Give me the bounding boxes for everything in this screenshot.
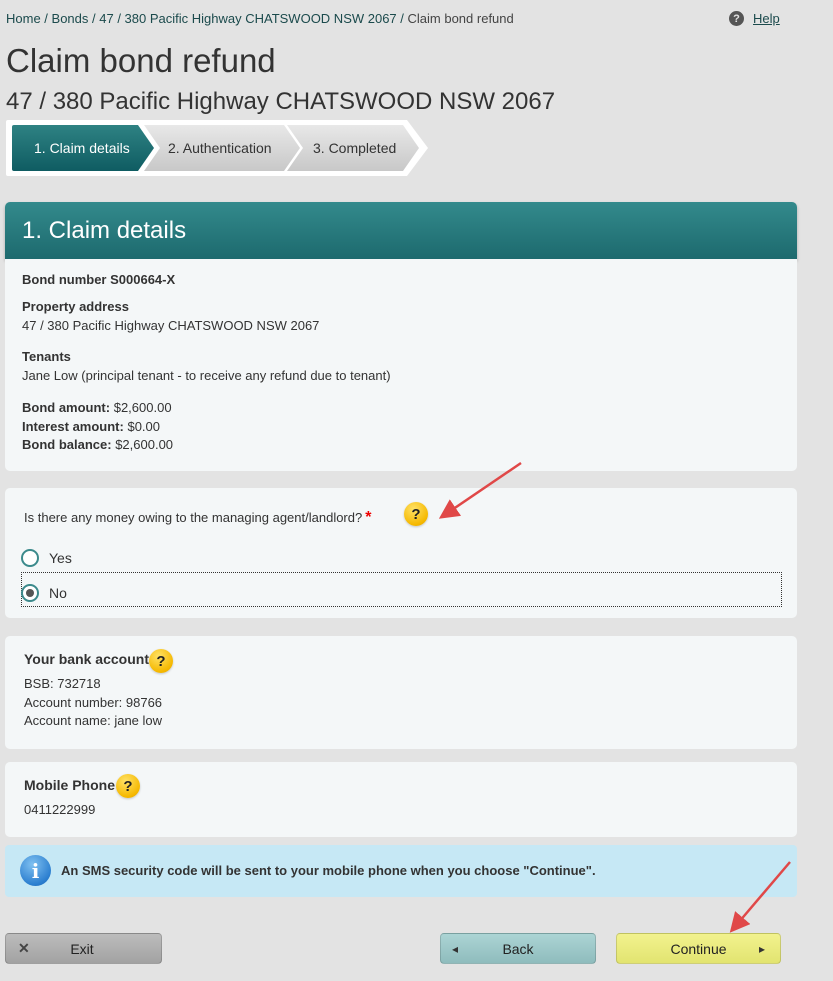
close-icon: ✕ [18,940,30,956]
interest-amount-label: Interest amount: [22,419,124,434]
back-button[interactable]: ◂ Back [440,933,596,964]
bank-account-card: Your bank account ? BSB: 732718 Account … [5,636,797,749]
bond-balance-value: $2,600.00 [115,437,174,452]
mobile-phone-number: 0411222999 [24,802,96,817]
step-2-label[interactable]: 2. Authentication [168,140,272,156]
wizard-steps: 1. Claim details 2. Authentication 3. Co… [5,118,430,180]
back-button-label: Back [502,940,534,957]
breadcrumb-home[interactable]: Home [6,11,41,26]
radio-option-yes[interactable]: Yes [21,549,72,567]
step-3-label[interactable]: 3. Completed [313,140,396,156]
bond-balance: Bond balance: $2,600.00 [22,437,173,452]
help-mobile-icon[interactable]: ? [116,774,140,798]
bond-number: Bond number S000664-X [22,272,176,287]
radio-yes[interactable] [21,549,39,567]
breadcrumb-separator: / [88,11,100,26]
exit-button[interactable]: ✕ Exit [5,933,162,964]
help-question-icon[interactable]: ? [404,502,428,526]
help-link[interactable]: Help [753,11,780,26]
mobile-phone-title: Mobile Phone [24,777,115,793]
money-owing-question: Is there any money owing to the managing… [24,509,371,527]
continue-button[interactable]: Continue ▸ [616,933,781,964]
radio-no-label[interactable]: No [49,585,67,601]
breadcrumb-separator: / [396,11,408,26]
breadcrumb-separator: / [40,11,52,26]
info-icon: i [20,855,51,886]
page-subtitle: 47 / 380 Pacific Highway CHATSWOOD NSW 2… [6,88,556,115]
mobile-phone-card: Mobile Phone ? 0411222999 [5,762,797,837]
bsb-value: BSB: 732718 [24,676,101,691]
radio-yes-label[interactable]: Yes [49,550,72,566]
required-asterisk: * [365,509,372,526]
interest-amount: Interest amount: $0.00 [22,419,160,434]
radio-option-no[interactable]: No [21,584,67,602]
breadcrumb-current: Claim bond refund [407,11,514,26]
section-header: 1. Claim details [5,202,797,259]
bond-amount-value: $2,600.00 [113,400,172,415]
breadcrumb: Home / Bonds / 47 / 380 Pacific Highway … [6,11,514,26]
bond-details-card: Bond number S000664-X Property address 4… [5,259,797,471]
continue-button-label: Continue [670,940,727,957]
interest-amount-value: $0.00 [127,419,161,434]
chevron-left-icon: ◂ [452,941,459,956]
account-number-value: Account number: 98766 [24,695,163,710]
bond-amount: Bond amount: $2,600.00 [22,400,172,415]
radio-selected-dot [26,589,34,597]
page-title: Claim bond refund [6,42,276,79]
question-circle-icon: ? [729,11,744,26]
chevron-right-icon: ▸ [758,941,765,956]
tenants-label: Tenants [22,349,71,364]
breadcrumb-bonds[interactable]: Bonds [52,11,89,26]
money-owing-card: Is there any money owing to the managing… [5,488,797,618]
account-name-value: Account name: jane low [24,713,163,728]
sms-info-text: An SMS security code will be sent to you… [61,863,596,878]
step-1-label[interactable]: 1. Claim details [34,140,130,156]
focus-outline [21,572,782,607]
help-bank-icon[interactable]: ? [149,649,173,673]
tenants-value: Jane Low (principal tenant - to receive … [22,368,391,383]
property-address-label: Property address [22,299,129,314]
bank-account-title: Your bank account [24,651,149,667]
exit-button-label: Exit [70,940,94,957]
help-link-container: ? Help [729,11,780,26]
bond-balance-label: Bond balance: [22,437,112,452]
money-owing-question-text: Is there any money owing to the managing… [24,510,363,525]
radio-no[interactable] [21,584,39,602]
sms-info-message: i An SMS security code will be sent to y… [5,845,797,897]
property-address-value: 47 / 380 Pacific Highway CHATSWOOD NSW 2… [22,318,320,333]
bond-amount-label: Bond amount: [22,400,111,415]
breadcrumb-property[interactable]: 47 / 380 Pacific Highway CHATSWOOD NSW 2… [99,11,396,26]
